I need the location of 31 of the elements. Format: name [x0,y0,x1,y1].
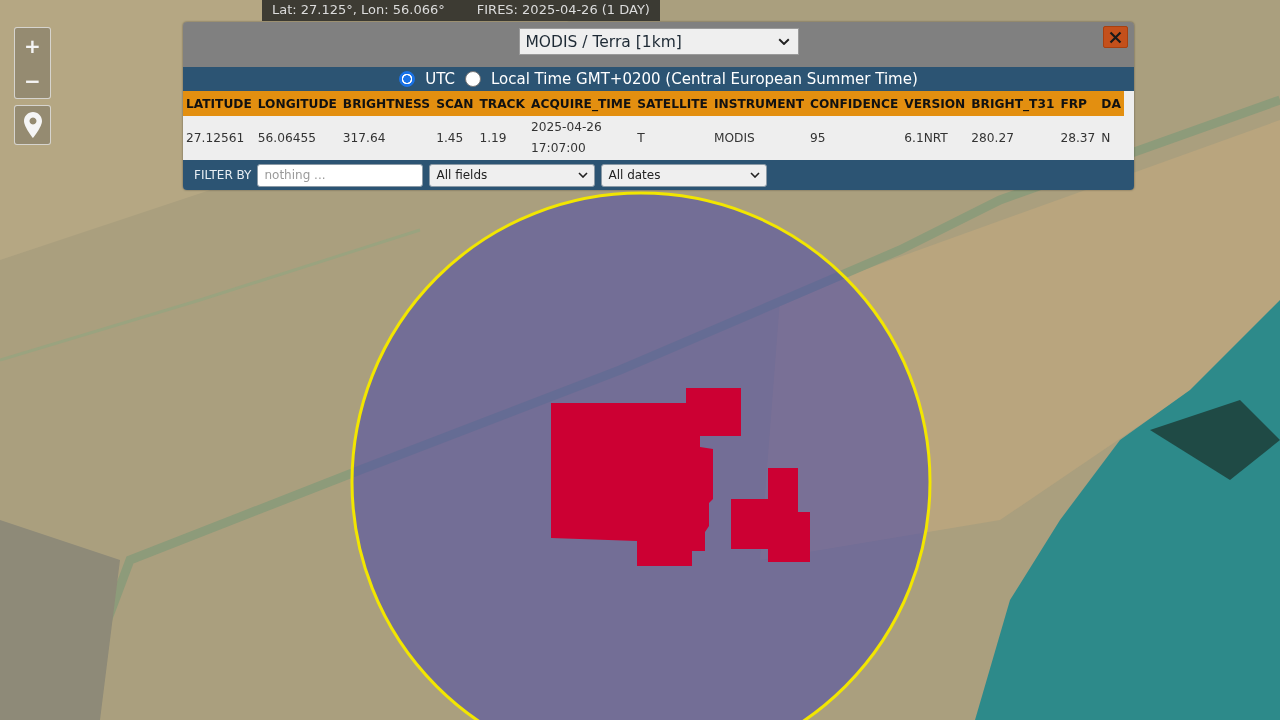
source-select[interactable]: MODIS / Terra [1km] [518,28,799,55]
cursor-coordinates: Lat: 27.125°, Lon: 56.066° [272,2,445,18]
column-header: ACQUIRE_TIME [528,91,635,116]
column-header: BRIGHT_T31 [968,91,1058,116]
date-select[interactable]: All dates [601,163,768,187]
fires-date: FIRES: 2025-04-26 (1 DAY) [476,2,650,18]
caret-icon [750,172,761,178]
column-header: LATITUDE [183,91,255,116]
locate-button[interactable] [14,105,51,145]
column-header: SCAN [433,91,477,116]
column-header: DA [1098,91,1124,116]
map-pin-icon [23,112,42,138]
field-select[interactable]: All fields [429,163,596,187]
column-header: VERSION [901,91,969,116]
column-header: LONGITUDE [254,91,340,116]
close-icon [1109,30,1122,44]
column-header: CONFIDENCE [807,91,902,116]
caret-icon [777,37,790,46]
column-header: TRACK [476,91,528,116]
filter-label: FILTER BY [194,168,252,182]
radio-button[interactable] [464,71,481,87]
radio-label[interactable]: UTC [425,70,455,88]
caret-icon [578,172,589,178]
close-button[interactable] [1103,26,1128,48]
column-header: SATELLITE [634,91,711,116]
column-header: FRP [1057,91,1099,116]
filter-input[interactable]: nothing ... [257,163,424,187]
column-header: INSTRUMENT [710,91,807,116]
column-header: BRIGHTNESS [339,91,434,116]
radio-label[interactable]: Local Time GMT+0200 (Central European Summer Time) [490,70,918,88]
radio-button[interactable] [399,71,416,87]
